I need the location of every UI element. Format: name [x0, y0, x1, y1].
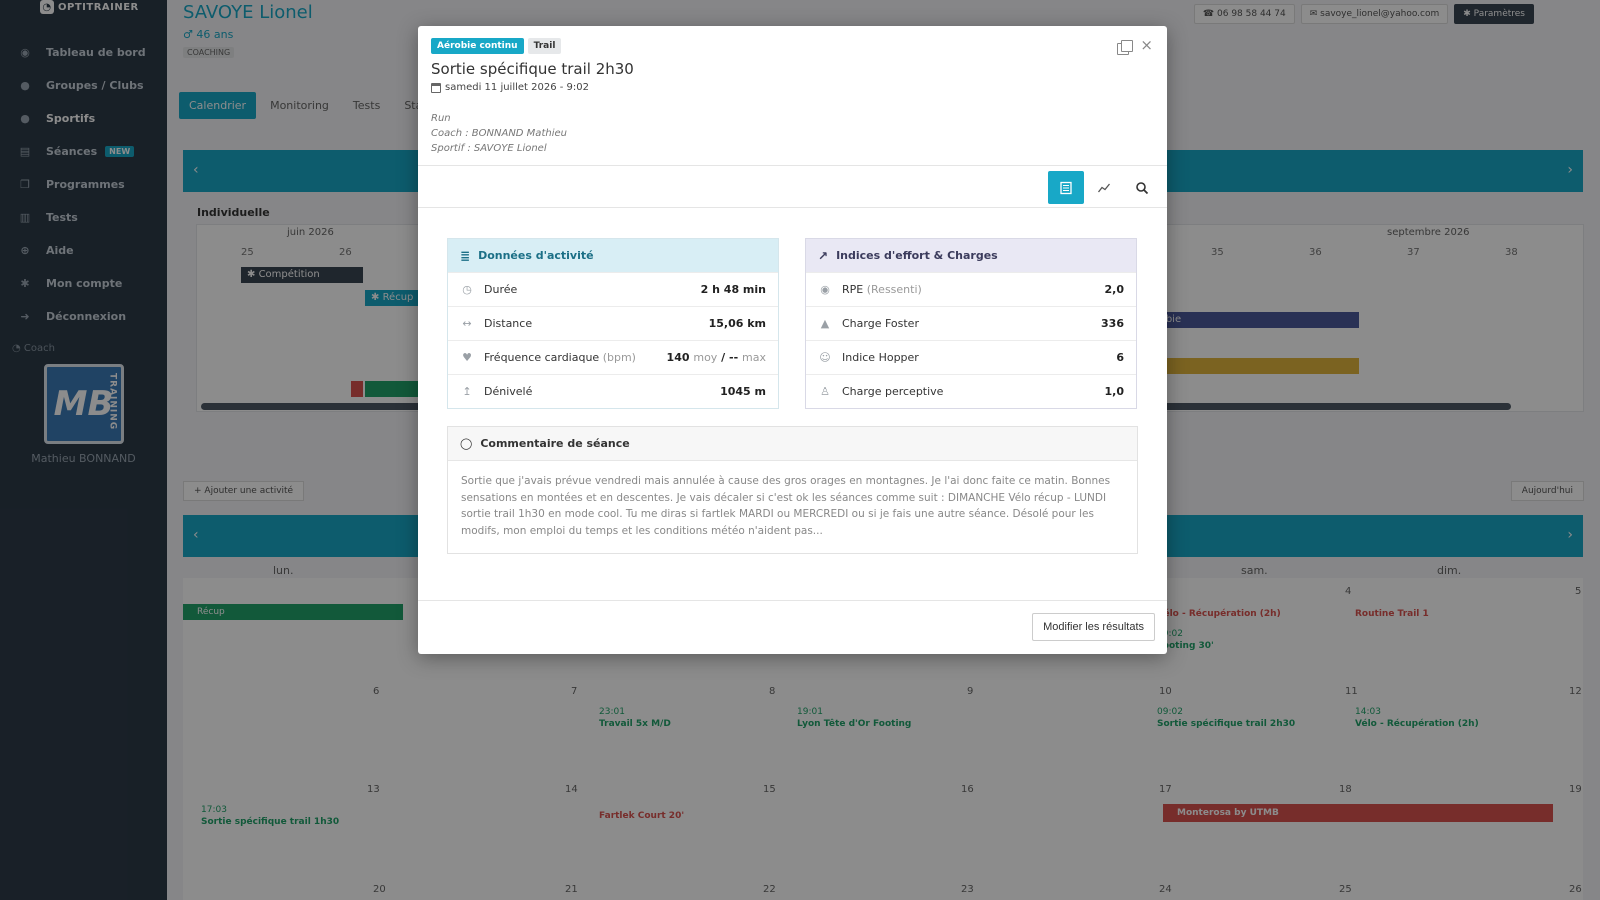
arrow-up-icon: ↥: [462, 385, 472, 398]
modal-header: Aérobie continu Trail Sortie spécifique …: [418, 26, 1167, 165]
zoom-view-button[interactable]: [1124, 171, 1160, 204]
session-meta: Run Coach : BONNAND Mathieu Sportif : SA…: [431, 111, 1153, 156]
session-coach: Coach : BONNAND Mathieu: [431, 128, 567, 139]
comment-icon: ◯: [460, 437, 473, 450]
stat-row-foster-load: ▲ Charge Foster 336: [806, 306, 1136, 340]
comment-text: Sortie que j'avais prévue vendredi mais …: [461, 475, 1111, 537]
details-view-button[interactable]: [1048, 171, 1084, 204]
stat-row-hopper-index: ☺ Indice Hopper 6: [806, 340, 1136, 374]
card-header: ↗ Indices d'effort & Charges: [806, 239, 1136, 272]
line-chart-icon: [1097, 183, 1111, 192]
stat-row-elevation: ↥ Dénivelé 1045 m: [448, 374, 778, 408]
session-comment: ◯ Commentaire de séance Sortie que j'avai…: [447, 426, 1138, 554]
line-chart-icon: ↗: [818, 248, 829, 263]
session-date: samedi 11 juillet 2026 - 9:02: [431, 82, 1153, 93]
session-title: Sortie spécifique trail 2h30: [431, 60, 634, 78]
stat-row-perceived-load: ♙ Charge perceptive 1,0: [806, 374, 1136, 408]
stat-row-duration: ◷ Durée 2 h 48 min: [448, 272, 778, 306]
stat-row-distance: ↔ Distance 15,06 km: [448, 306, 778, 340]
session-badges: Aérobie continu Trail: [431, 38, 1153, 54]
area-chart-icon: ▲: [820, 317, 830, 330]
sport-badge: Trail: [527, 38, 562, 54]
search-icon: [1136, 181, 1149, 194]
modal-body: ≣ Données d'activité ◷ Durée 2 h 48 min ↔ Di…: [418, 208, 1167, 554]
arrows-horizontal-icon: ↔: [462, 317, 472, 330]
activity-data-card: ≣ Données d'activité ◷ Durée 2 h 48 min ↔ Di…: [447, 238, 779, 409]
intensity-badge: Aérobie continu: [431, 38, 524, 54]
user-icon: ♙: [820, 385, 830, 398]
database-icon: ≣: [460, 248, 471, 263]
list-icon: [1060, 181, 1072, 194]
comment-header: ◯ Commentaire de séance: [448, 427, 1137, 461]
session-sport: Run: [431, 113, 451, 124]
session-athlete: Sportif : SAVOYE Lionel: [431, 143, 547, 154]
heart-icon: ♥: [462, 351, 472, 364]
stat-row-rpe: ◉ RPE (Ressenti) 2,0: [806, 272, 1136, 306]
modal-footer: Modifier les résultats: [418, 600, 1167, 654]
modal-toolbar: [418, 165, 1167, 208]
card-header: ≣ Données d'activité: [448, 239, 778, 272]
stat-row-heart-rate: ♥ Fréquence cardiaque (bpm) 140 moy / -- m…: [448, 340, 778, 374]
effort-index-card: ↗ Indices d'effort & Charges ◉ RPE (Ressen…: [805, 238, 1137, 409]
clock-icon: ◷: [462, 283, 472, 296]
copy-icon[interactable]: [1117, 40, 1133, 55]
chart-view-button[interactable]: [1086, 171, 1122, 204]
eye-icon: ◉: [820, 283, 830, 296]
modify-results-button[interactable]: Modifier les résultats: [1032, 613, 1155, 641]
session-modal: Aérobie continu Trail Sortie spécifique …: [418, 26, 1167, 654]
close-icon[interactable]: ×: [1140, 36, 1153, 54]
calendar-icon: [431, 82, 441, 93]
smile-icon: ☺: [819, 351, 831, 364]
stat-cards: ≣ Données d'activité ◷ Durée 2 h 48 min ↔ Di…: [447, 238, 1138, 409]
